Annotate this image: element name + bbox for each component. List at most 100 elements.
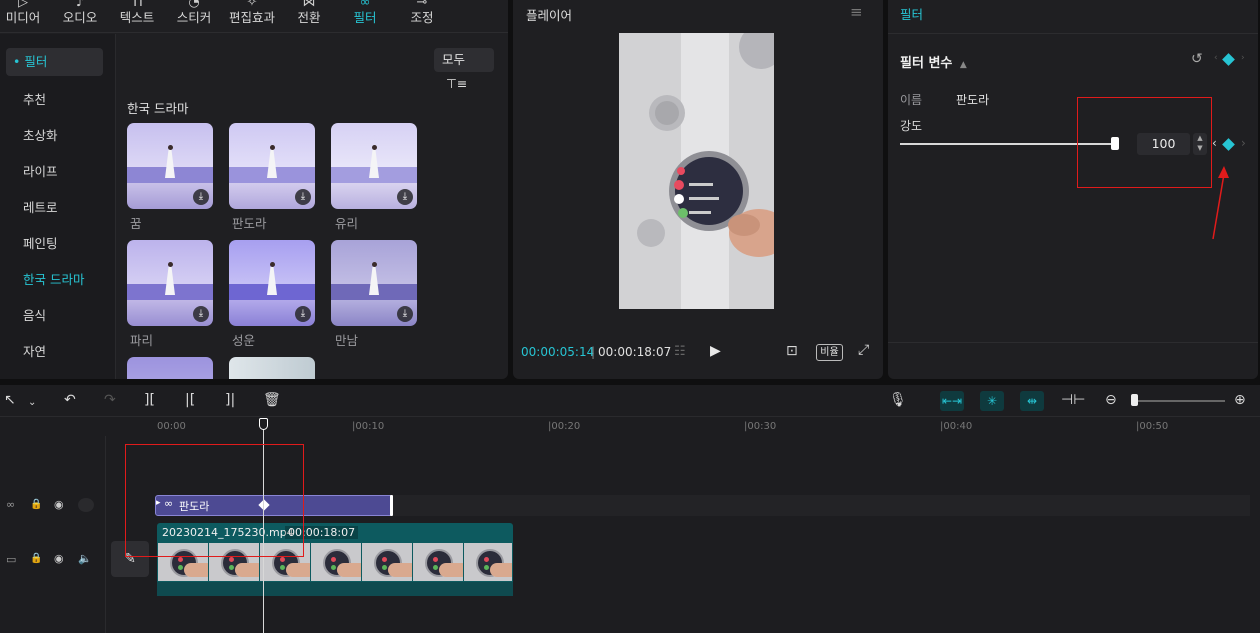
aspect-ratio-button[interactable]: 비율 [816,344,843,361]
tab-transition[interactable]: ⋈ 전환 [292,0,326,33]
filter-thumbnail-pandora[interactable]: ⤓ [229,123,315,209]
link-clips-icon[interactable]: ⇤⇥ [940,391,964,411]
sidebar-item-painting[interactable]: 페인팅 [6,230,103,258]
microphone-icon[interactable]: 🎙 [889,392,907,408]
tab-label: 필터 [353,10,377,25]
trim-left-icon[interactable]: |[ [185,392,195,408]
filter-label: 꿈 [130,216,142,231]
filter-thumbnail-partial[interactable] [229,357,315,379]
split-icon[interactable]: ][ [144,392,155,408]
filter-thumbnail-kkum[interactable]: ⤓ [127,123,213,209]
filter-all-label: 모두 [442,52,466,67]
clip-handle-right[interactable] [390,495,393,516]
collapse-caret-icon[interactable]: ▲ [960,60,967,70]
sidebar-item-portrait[interactable]: 초상화 [6,122,103,150]
audio-icon: ♪ [75,0,85,10]
align-icon[interactable]: ⊣⊢ [1061,392,1085,408]
sidebar-item-recommended[interactable]: 추천 [6,86,103,114]
fullscreen-icon[interactable]: ⤢ [858,342,869,358]
filter-thumbnail-partial[interactable] [127,357,213,379]
prev-keyframe-icon[interactable]: ‹ [1212,136,1217,150]
eye-icon[interactable]: ◉ [54,498,64,511]
trim-right-icon[interactable]: ]| [225,392,235,408]
lock-icon[interactable]: 🔒 [30,499,42,510]
download-icon[interactable]: ⤓ [193,306,209,322]
tab-effects[interactable]: ✧ 편집효과 [224,0,280,33]
filter-icon: ∞ [359,0,371,10]
speaker-icon[interactable]: 🔈 [78,552,92,565]
zoom-out-icon[interactable]: ⊖ [1105,392,1117,408]
preview-axis-icon[interactable]: ⇹ [1020,391,1044,411]
clip-frame [311,543,361,581]
track-option-icon[interactable] [78,498,94,512]
tab-text[interactable]: TI 텍스트 [116,0,158,33]
filter-thumbnail-yuri[interactable]: ⤓ [331,123,417,209]
tab-sticker[interactable]: ◔ 스티커 [174,0,214,33]
filter-thumbnail-seongun[interactable]: ⤓ [229,240,315,326]
menu-icon[interactable]: ≡ [850,3,863,21]
ruler-label: |00:30 [744,421,777,432]
tab-label: 조정 [410,10,434,25]
sticker-icon: ◔ [188,0,200,10]
timeline-ruler[interactable] [155,418,1260,436]
effects-icon: ✧ [246,0,258,10]
filter-label: 판도라 [232,216,267,231]
download-icon[interactable]: ⤓ [193,189,209,205]
download-icon[interactable]: ⤓ [295,189,311,205]
track-header-column [0,436,106,633]
filter-thumbnail-paris[interactable]: ⤓ [127,240,213,326]
reset-icon[interactable]: ↺ [1191,51,1203,67]
tab-label: 편집효과 [228,10,275,25]
tab-adjust[interactable]: ⊸ 조정 [406,0,438,33]
play-icon[interactable]: ▶ [710,343,721,359]
snap-icon[interactable]: ✳ [980,391,1004,411]
name-value: 판도라 [956,93,990,107]
properties-tab-filter[interactable]: 필터 [900,4,923,23]
filter-all-dropdown[interactable]: 모두 ⊤≡ [434,48,494,91]
grid-icon[interactable]: ☷ [674,344,686,359]
filter-thumbnail-mannam[interactable]: ⤓ [331,240,417,326]
tab-filter[interactable]: ∞ 필터 [350,0,380,33]
undo-icon[interactable]: ↶ [64,392,76,408]
ruler-label: 00:00 [157,421,186,432]
timeline-zoom-slider[interactable] [1135,400,1225,402]
properties-footer-divider [888,342,1258,343]
chevron-down-icon[interactable]: ⌄ [28,395,36,411]
sidebar-item-filter[interactable]: • 필터 [6,48,103,76]
sidebar-item-nature[interactable]: 자연 [6,338,103,366]
prev-keyframe-icon[interactable]: ‹ [1214,53,1218,63]
next-keyframe-icon[interactable]: › [1241,136,1246,150]
sidebar-item-food[interactable]: 음식 [6,302,103,330]
annotation-arrow [1212,166,1229,240]
next-keyframe-icon[interactable]: › [1241,53,1245,63]
timeline-zoom-handle[interactable] [1131,394,1138,406]
tab-audio[interactable]: ♪ 오디오 [60,0,100,33]
current-time: 00:00:05:14 [521,345,595,359]
sidebar-item-korean-drama[interactable]: 한국 드라마 [6,266,103,294]
video-preview[interactable] [619,33,774,309]
download-icon[interactable]: ⤓ [295,306,311,322]
tab-media[interactable]: ▷ 미디어 [3,0,43,33]
transition-icon: ⋈ [302,0,316,10]
clip-frame [413,543,463,581]
filter-parameters-title: 필터 변수 ▲ [900,52,967,71]
download-icon[interactable]: ⤓ [397,189,413,205]
strength-label: 강도 [900,119,923,133]
lock-icon[interactable]: 🔒 [30,553,42,564]
delete-icon[interactable]: 🗑 [263,392,281,408]
ruler-label: |00:50 [1136,421,1169,432]
sidebar-item-retro[interactable]: 레트로 [6,194,103,222]
download-icon[interactable]: ⤓ [397,306,413,322]
sidebar-item-life[interactable]: 라이프 [6,158,103,186]
video-track-icon: ▭ [6,553,17,566]
zoom-in-icon[interactable]: ⊕ [1234,392,1246,408]
zoom-fit-icon[interactable]: ⊡ [786,343,798,359]
name-label: 이름 [900,93,923,107]
total-time: 00:00:18:07 [598,345,672,359]
playhead-handle[interactable] [259,418,268,430]
redo-icon[interactable]: ↷ [104,392,116,408]
top-tab-bar: ▷ 미디어 ♪ 오디오 TI 텍스트 ◔ 스티커 ✧ 편집효과 ⋈ 전환 ∞ 필… [0,0,508,33]
select-tool-icon[interactable]: ↖ [4,392,16,408]
eye-icon[interactable]: ◉ [54,552,64,565]
filter-parameters-label: 필터 변수 [900,56,953,71]
